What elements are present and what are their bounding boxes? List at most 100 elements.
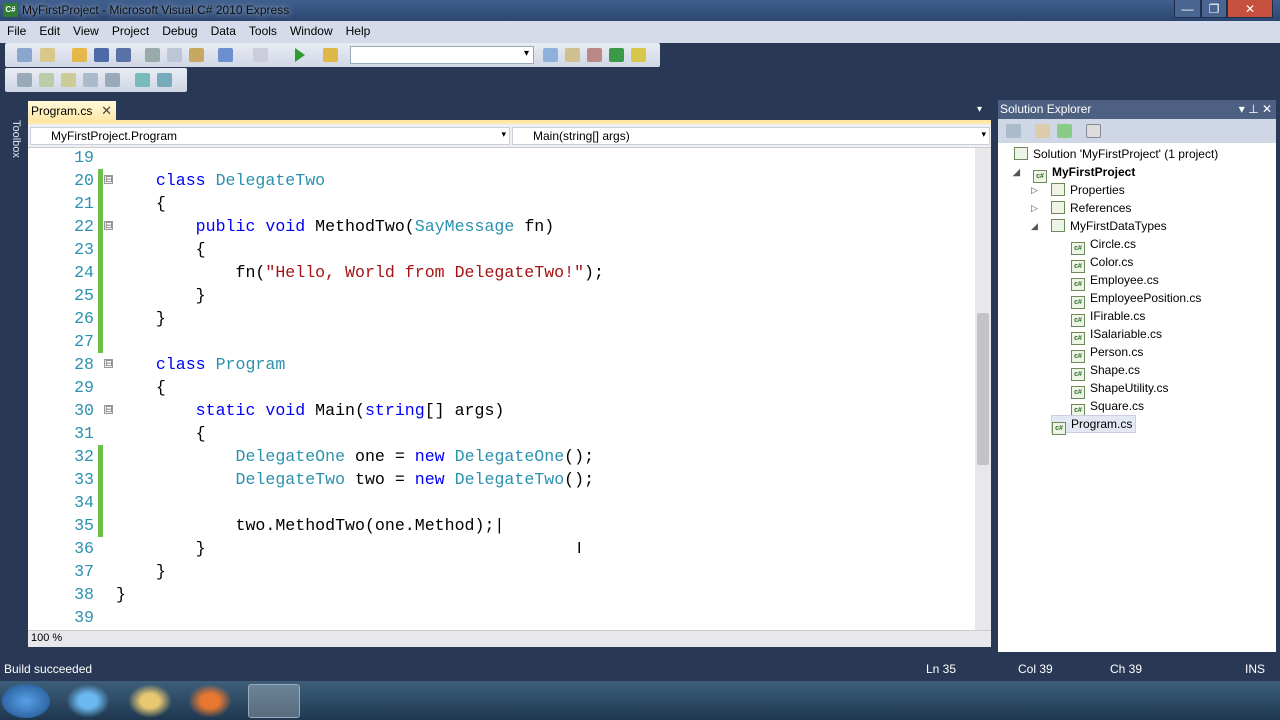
file-explorer-icon[interactable] <box>128 684 172 718</box>
menu-file[interactable]: File <box>0 21 32 38</box>
undo-icon[interactable] <box>218 48 233 62</box>
code-line[interactable]: 20 ⊟ class DelegateTwo <box>28 169 978 192</box>
expand-arrow-icon[interactable]: ◢ <box>1031 217 1038 235</box>
toolbox-side-tab[interactable]: Toolbox <box>0 98 22 168</box>
tree-node[interactable]: c# Person.cs <box>1071 343 1143 363</box>
media-player-icon[interactable] <box>188 684 232 718</box>
code-line[interactable]: 25 } <box>28 284 978 307</box>
collapse-icon[interactable]: ⊟ <box>104 405 113 414</box>
uncomment-icon[interactable] <box>157 73 172 87</box>
member-list-icon[interactable] <box>17 73 32 87</box>
tree-node[interactable]: c# Shape.cs <box>1071 361 1140 381</box>
view-class-diagram-icon[interactable] <box>1086 124 1101 138</box>
tree-node[interactable]: c# Color.cs <box>1071 253 1133 273</box>
code-line[interactable]: 22 ⊟ public void MethodTwo(SayMessage fn) <box>28 215 978 238</box>
complete-word-icon[interactable] <box>83 73 98 87</box>
tree-node[interactable]: c# IFirable.cs <box>1071 307 1145 327</box>
zoom-level[interactable]: 100 % <box>31 632 62 644</box>
visual-csharp-taskbar-button[interactable] <box>248 684 300 718</box>
tree-node[interactable]: c# Program.cs <box>1051 415 1137 435</box>
tree-node[interactable]: ▷ Properties <box>1031 181 1125 199</box>
close-button[interactable]: ✕ <box>1227 0 1273 18</box>
refresh-icon[interactable] <box>1057 124 1072 138</box>
properties-icon[interactable] <box>1006 124 1021 138</box>
menu-view[interactable]: View <box>66 21 105 38</box>
start-debugging-icon[interactable] <box>295 48 305 62</box>
collapse-icon[interactable]: ⊟ <box>104 221 113 230</box>
tree-node[interactable]: c# ShapeUtility.cs <box>1071 379 1168 399</box>
code-line[interactable]: 27 <box>28 330 978 353</box>
scroll-thumb[interactable] <box>977 313 989 465</box>
paste-icon[interactable] <box>189 48 204 62</box>
toolbox-icon[interactable] <box>587 48 602 62</box>
menu-debug[interactable]: Debug <box>155 21 203 38</box>
properties-window-icon[interactable] <box>565 48 580 62</box>
outdent-icon[interactable] <box>105 73 120 87</box>
panel-controls[interactable]: ▾ ⊥ ✕ <box>1239 102 1272 116</box>
tree-node[interactable]: c# Circle.cs <box>1071 235 1136 255</box>
expand-arrow-icon[interactable]: ◢ <box>1013 163 1020 181</box>
maximize-button[interactable]: ❐ <box>1201 0 1227 18</box>
code-line[interactable]: 29 { <box>28 376 978 399</box>
menu-help[interactable]: Help <box>339 21 377 38</box>
code-line[interactable]: 23 { <box>28 238 978 261</box>
add-item-icon[interactable] <box>40 48 55 62</box>
minimize-button[interactable]: — <box>1174 0 1201 18</box>
cut-icon[interactable] <box>145 48 160 62</box>
extension-manager-icon[interactable] <box>631 48 646 62</box>
code-line[interactable]: 34 <box>28 491 978 514</box>
expand-arrow-icon[interactable]: ▷ <box>1031 181 1038 199</box>
open-icon[interactable] <box>72 48 87 62</box>
code-line[interactable]: 38} <box>28 583 978 606</box>
redo-icon[interactable] <box>253 48 268 62</box>
menu-tools[interactable]: Tools <box>242 21 283 38</box>
solution-config-dropdown[interactable] <box>350 46 534 64</box>
tree-node[interactable]: c# EmployeePosition.cs <box>1071 289 1201 309</box>
code-line[interactable]: 21 { <box>28 192 978 215</box>
save-all-icon[interactable] <box>116 48 131 62</box>
menu-project[interactable]: Project <box>105 21 155 38</box>
collapse-icon[interactable]: ⊟ <box>104 359 113 368</box>
tab-program-cs[interactable]: Program.cs ✕ <box>28 101 116 121</box>
code-line[interactable]: 37 } <box>28 560 978 583</box>
tree-node[interactable]: ▷ References <box>1031 199 1131 217</box>
expand-arrow-icon[interactable]: ▷ <box>1031 199 1038 217</box>
copy-icon[interactable] <box>167 48 182 62</box>
tree-node[interactable]: ◢ c# MyFirstProject <box>1013 163 1135 183</box>
menu-window[interactable]: Window <box>283 21 339 38</box>
code-line[interactable]: 39 <box>28 606 978 629</box>
code-line[interactable]: 30 ⊟ static void Main(string[] args) <box>28 399 978 422</box>
code-line[interactable]: 32 DelegateOne one = new DelegateOne(); <box>28 445 978 468</box>
vertical-scrollbar[interactable] <box>975 148 991 630</box>
start-button[interactable] <box>2 684 50 718</box>
document-list-dropdown-icon[interactable]: ▾ <box>977 104 982 115</box>
menu-edit[interactable]: Edit <box>32 21 66 38</box>
horizontal-scrollbar[interactable]: 100 % <box>28 630 991 647</box>
save-icon[interactable] <box>94 48 109 62</box>
type-dropdown[interactable]: MyFirstProject.Program <box>30 127 510 145</box>
show-all-files-icon[interactable] <box>1035 124 1050 138</box>
code-line[interactable]: 33 DelegateTwo two = new DelegateTwo(); <box>28 468 978 491</box>
internet-explorer-icon[interactable] <box>66 684 110 718</box>
tree-node[interactable]: c# ISalariable.cs <box>1071 325 1162 345</box>
start-page-icon[interactable] <box>609 48 624 62</box>
tree-node[interactable]: c# Square.cs <box>1071 397 1144 417</box>
comment-icon[interactable] <box>135 73 150 87</box>
menu-data[interactable]: Data <box>204 21 242 38</box>
code-line[interactable]: 35 two.MethodTwo(one.Method);| <box>28 514 978 537</box>
find-in-files-icon[interactable] <box>323 48 338 62</box>
code-line[interactable]: 19 <box>28 148 978 169</box>
find-icon[interactable] <box>543 48 558 62</box>
tree-node[interactable]: c# Employee.cs <box>1071 271 1159 291</box>
member-dropdown[interactable]: Main(string[] args) <box>512 127 990 145</box>
code-line[interactable]: 26 } <box>28 307 978 330</box>
collapse-icon[interactable]: ⊟ <box>104 175 113 184</box>
code-line[interactable]: 31 { <box>28 422 978 445</box>
code-editor[interactable]: 19 20 ⊟ class DelegateTwo 21 {22 ⊟ public vo… <box>28 148 991 630</box>
parameter-info-icon[interactable] <box>39 73 54 87</box>
new-project-icon[interactable] <box>17 48 32 62</box>
code-line[interactable]: 36 } <box>28 537 978 560</box>
tree-node[interactable]: ◢ MyFirstDataTypes <box>1031 217 1167 235</box>
quick-info-icon[interactable] <box>61 73 76 87</box>
code-line[interactable]: 24 fn("Hello, World from DelegateTwo!"); <box>28 261 978 284</box>
